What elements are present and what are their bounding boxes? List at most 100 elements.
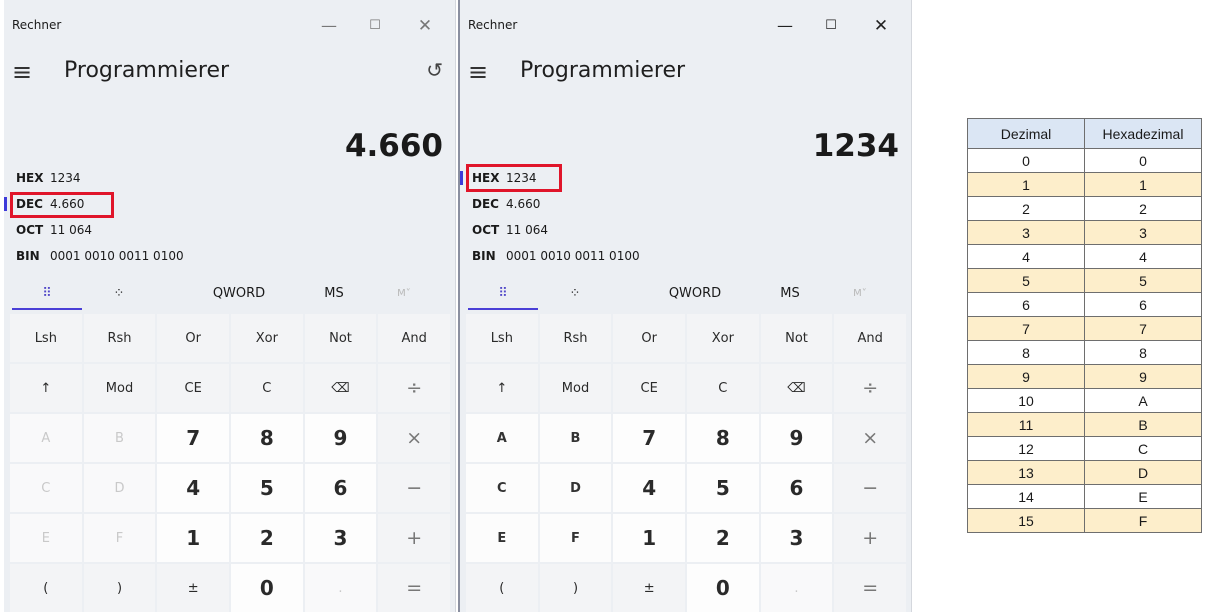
memory-store-button[interactable]: MS	[765, 283, 815, 305]
key-xor-button[interactable]: Xor	[230, 314, 303, 362]
maximize-icon[interactable]: ☐	[821, 16, 841, 36]
key-open-paren-button[interactable]: (	[10, 564, 82, 612]
radix-label: HEX	[16, 171, 44, 185]
key-backspace-button[interactable]: ⌫	[304, 364, 377, 412]
minimize-icon[interactable]: —	[775, 16, 795, 36]
keypad: Lsh Rsh Or Xor Not And ↑ Mod CE C ⌫ ÷ A B 7 8 9 × C D 4 5 6− E F…	[10, 314, 450, 612]
close-icon[interactable]: ✕	[871, 16, 891, 36]
radix-bin[interactable]: BIN 0001 0010 0011 0100	[16, 246, 184, 266]
app-title: Rechner	[12, 18, 62, 32]
key-b-button[interactable]: B	[539, 414, 612, 462]
key-not-button[interactable]: Not	[304, 314, 377, 362]
key-open-paren-button[interactable]: (	[466, 564, 538, 612]
word-size-button[interactable]: QWORD	[640, 283, 750, 305]
keypad-tab-icon[interactable]: ⠿	[12, 283, 82, 305]
key-negate-button[interactable]: ±	[157, 564, 229, 612]
radix-hex[interactable]: HEX 1234	[16, 168, 81, 188]
menu-icon[interactable]: ≡	[12, 60, 32, 84]
key-c-button[interactable]: C	[686, 364, 759, 412]
highlight-box-dec	[10, 192, 114, 218]
table-row: 44	[967, 244, 1202, 269]
key-or-button[interactable]: Or	[157, 314, 229, 362]
key-9-button[interactable]: 9	[304, 414, 377, 462]
menu-icon[interactable]: ≡	[468, 60, 488, 84]
key-minus-button[interactable]: −	[834, 464, 906, 512]
bit-toggle-tab-icon[interactable]: ⁘	[540, 283, 610, 305]
key-4-button[interactable]: 4	[157, 464, 229, 512]
key-and-button[interactable]: And	[834, 314, 906, 362]
key-plus-button[interactable]: +	[378, 514, 450, 562]
keypad-tab-icon[interactable]: ⠿	[468, 283, 538, 305]
key-divide-button[interactable]: ÷	[378, 364, 450, 412]
key-negate-button[interactable]: ±	[613, 564, 685, 612]
key-backspace-button[interactable]: ⌫	[760, 364, 833, 412]
key-1-button[interactable]: 1	[613, 514, 685, 562]
key-xor-button[interactable]: Xor	[686, 314, 759, 362]
key-shift-button[interactable]: ↑	[466, 364, 538, 412]
key-ce-button[interactable]: CE	[157, 364, 229, 412]
key-multiply-button[interactable]: ×	[834, 414, 906, 462]
key-0-button[interactable]: 0	[686, 564, 759, 612]
key-rsh-button[interactable]: Rsh	[539, 314, 612, 362]
key-6-button[interactable]: 6	[760, 464, 833, 512]
key-0-button[interactable]: 0	[230, 564, 303, 612]
key-d-button[interactable]: D	[539, 464, 612, 512]
radix-oct[interactable]: OCT 11 064	[472, 220, 548, 240]
maximize-icon[interactable]: ☐	[365, 16, 385, 36]
memory-store-button[interactable]: MS	[309, 283, 359, 305]
key-1-button[interactable]: 1	[157, 514, 229, 562]
key-f-button: F	[83, 514, 156, 562]
table-row: 22	[967, 196, 1202, 221]
key-not-button[interactable]: Not	[760, 314, 833, 362]
key-mod-button[interactable]: Mod	[539, 364, 612, 412]
key-minus-button[interactable]: −	[378, 464, 450, 512]
key-a-button[interactable]: A	[466, 414, 538, 462]
word-size-button[interactable]: QWORD	[184, 283, 294, 305]
key-close-paren-button[interactable]: )	[539, 564, 612, 612]
key-8-button[interactable]: 8	[686, 414, 759, 462]
key-multiply-button[interactable]: ×	[378, 414, 450, 462]
cell-hexadecimal: A	[1084, 388, 1202, 413]
key-ce-button[interactable]: CE	[613, 364, 685, 412]
key-e-button[interactable]: E	[466, 514, 538, 562]
radix-bin[interactable]: BIN 0001 0010 0011 0100	[472, 246, 640, 266]
key-7-button[interactable]: 7	[613, 414, 685, 462]
key-2-button[interactable]: 2	[686, 514, 759, 562]
key-3-button[interactable]: 3	[760, 514, 833, 562]
key-mod-button[interactable]: Mod	[83, 364, 156, 412]
cell-hexadecimal: E	[1084, 484, 1202, 509]
key-e-button: E	[10, 514, 82, 562]
key-6-button[interactable]: 6	[304, 464, 377, 512]
key-7-button[interactable]: 7	[157, 414, 229, 462]
cell-decimal: 14	[967, 484, 1085, 509]
key-5-button[interactable]: 5	[686, 464, 759, 512]
cell-decimal: 7	[967, 316, 1085, 341]
key-plus-button[interactable]: +	[834, 514, 906, 562]
key-2-button[interactable]: 2	[230, 514, 303, 562]
key-c-button[interactable]: C	[466, 464, 538, 512]
key-lsh-button[interactable]: Lsh	[466, 314, 538, 362]
key-c-button[interactable]: C	[230, 364, 303, 412]
key-equals-button[interactable]: =	[378, 564, 450, 612]
bit-toggle-tab-icon[interactable]: ⁘	[84, 283, 154, 305]
radix-dec[interactable]: DEC 4.660	[472, 194, 540, 214]
key-3-button[interactable]: 3	[304, 514, 377, 562]
close-icon[interactable]: ✕	[415, 16, 435, 36]
key-close-paren-button[interactable]: )	[83, 564, 156, 612]
key-or-button[interactable]: Or	[613, 314, 685, 362]
key-divide-button[interactable]: ÷	[834, 364, 906, 412]
radix-oct[interactable]: OCT 11 064	[16, 220, 92, 240]
history-icon[interactable]: ↺	[426, 58, 443, 82]
key-9-button[interactable]: 9	[760, 414, 833, 462]
key-4-button[interactable]: 4	[613, 464, 685, 512]
key-and-button[interactable]: And	[378, 314, 450, 362]
key-5-button[interactable]: 5	[230, 464, 303, 512]
key-shift-button[interactable]: ↑	[10, 364, 82, 412]
key-rsh-button[interactable]: Rsh	[83, 314, 156, 362]
minimize-icon[interactable]: —	[319, 16, 339, 36]
key-f-button[interactable]: F	[539, 514, 612, 562]
key-8-button[interactable]: 8	[230, 414, 303, 462]
key-lsh-button[interactable]: Lsh	[10, 314, 82, 362]
memory-list-button: M˅	[397, 288, 411, 299]
key-equals-button[interactable]: =	[834, 564, 906, 612]
